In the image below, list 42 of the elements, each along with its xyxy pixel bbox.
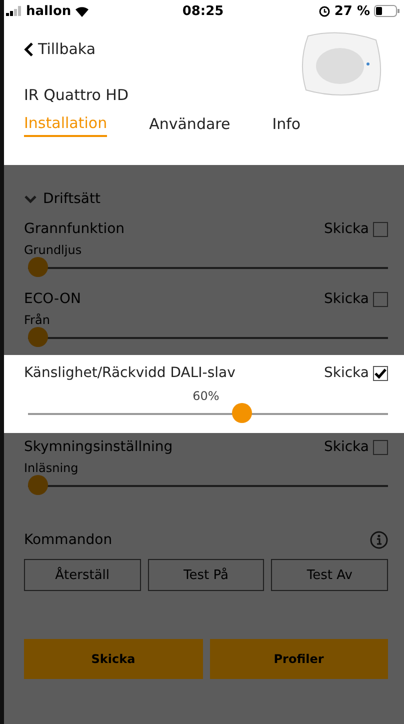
footer-button[interactable]: Profiler (210, 639, 388, 679)
checkbox[interactable] (373, 222, 388, 236)
signal-icon (6, 6, 22, 16)
slider-value: Från (24, 313, 51, 327)
setting-title: Skymningsinställning (24, 439, 173, 455)
setting-title: Känslighet/Räckvidd DALI-slav (24, 365, 236, 381)
slider-thumb[interactable] (232, 403, 252, 423)
section-header[interactable]: Driftsätt (4, 165, 120, 215)
commands-heading: Kommandon (24, 532, 112, 548)
slider-thumb[interactable] (28, 257, 48, 277)
slider-value: Grundljus (24, 243, 83, 257)
battery-percent: 27 % (334, 4, 370, 18)
chevron-down-icon (24, 194, 37, 204)
back-button[interactable]: Tillbaka (24, 40, 128, 58)
wifi-icon (75, 6, 90, 16)
send-label: Skicka (324, 291, 369, 307)
carrier-name: hallon (26, 4, 72, 18)
alarm-icon (319, 6, 330, 16)
checkbox[interactable] (373, 366, 388, 380)
slider-value: 60% (192, 389, 220, 403)
tab[interactable]: Installation (24, 114, 108, 137)
battery-icon (374, 5, 400, 17)
setting-title: Grannfunktion (24, 221, 125, 237)
checkbox[interactable] (373, 292, 388, 306)
clock-time: 08:25 (182, 4, 224, 18)
command-button[interactable]: Test Av (271, 559, 388, 591)
command-button[interactable]: Test På (148, 559, 264, 591)
info-icon[interactable] (370, 531, 388, 549)
slider-thumb[interactable] (28, 475, 48, 495)
send-label: Skicka (324, 221, 369, 237)
command-button[interactable]: Återställ (24, 559, 141, 591)
footer-button[interactable]: Skicka (24, 639, 202, 679)
slider-value: Inläsning (24, 461, 80, 475)
device-name: IR Quattro HD (24, 86, 128, 104)
checkbox[interactable] (373, 440, 388, 454)
send-label: Skicka (324, 439, 369, 455)
setting-title: ECO-ON (24, 291, 81, 307)
slider-thumb[interactable] (28, 327, 48, 347)
chevron-left-icon (24, 42, 34, 56)
tab[interactable]: Användare (149, 114, 230, 137)
send-label: Skicka (324, 365, 369, 381)
tab[interactable]: Info (272, 114, 301, 137)
